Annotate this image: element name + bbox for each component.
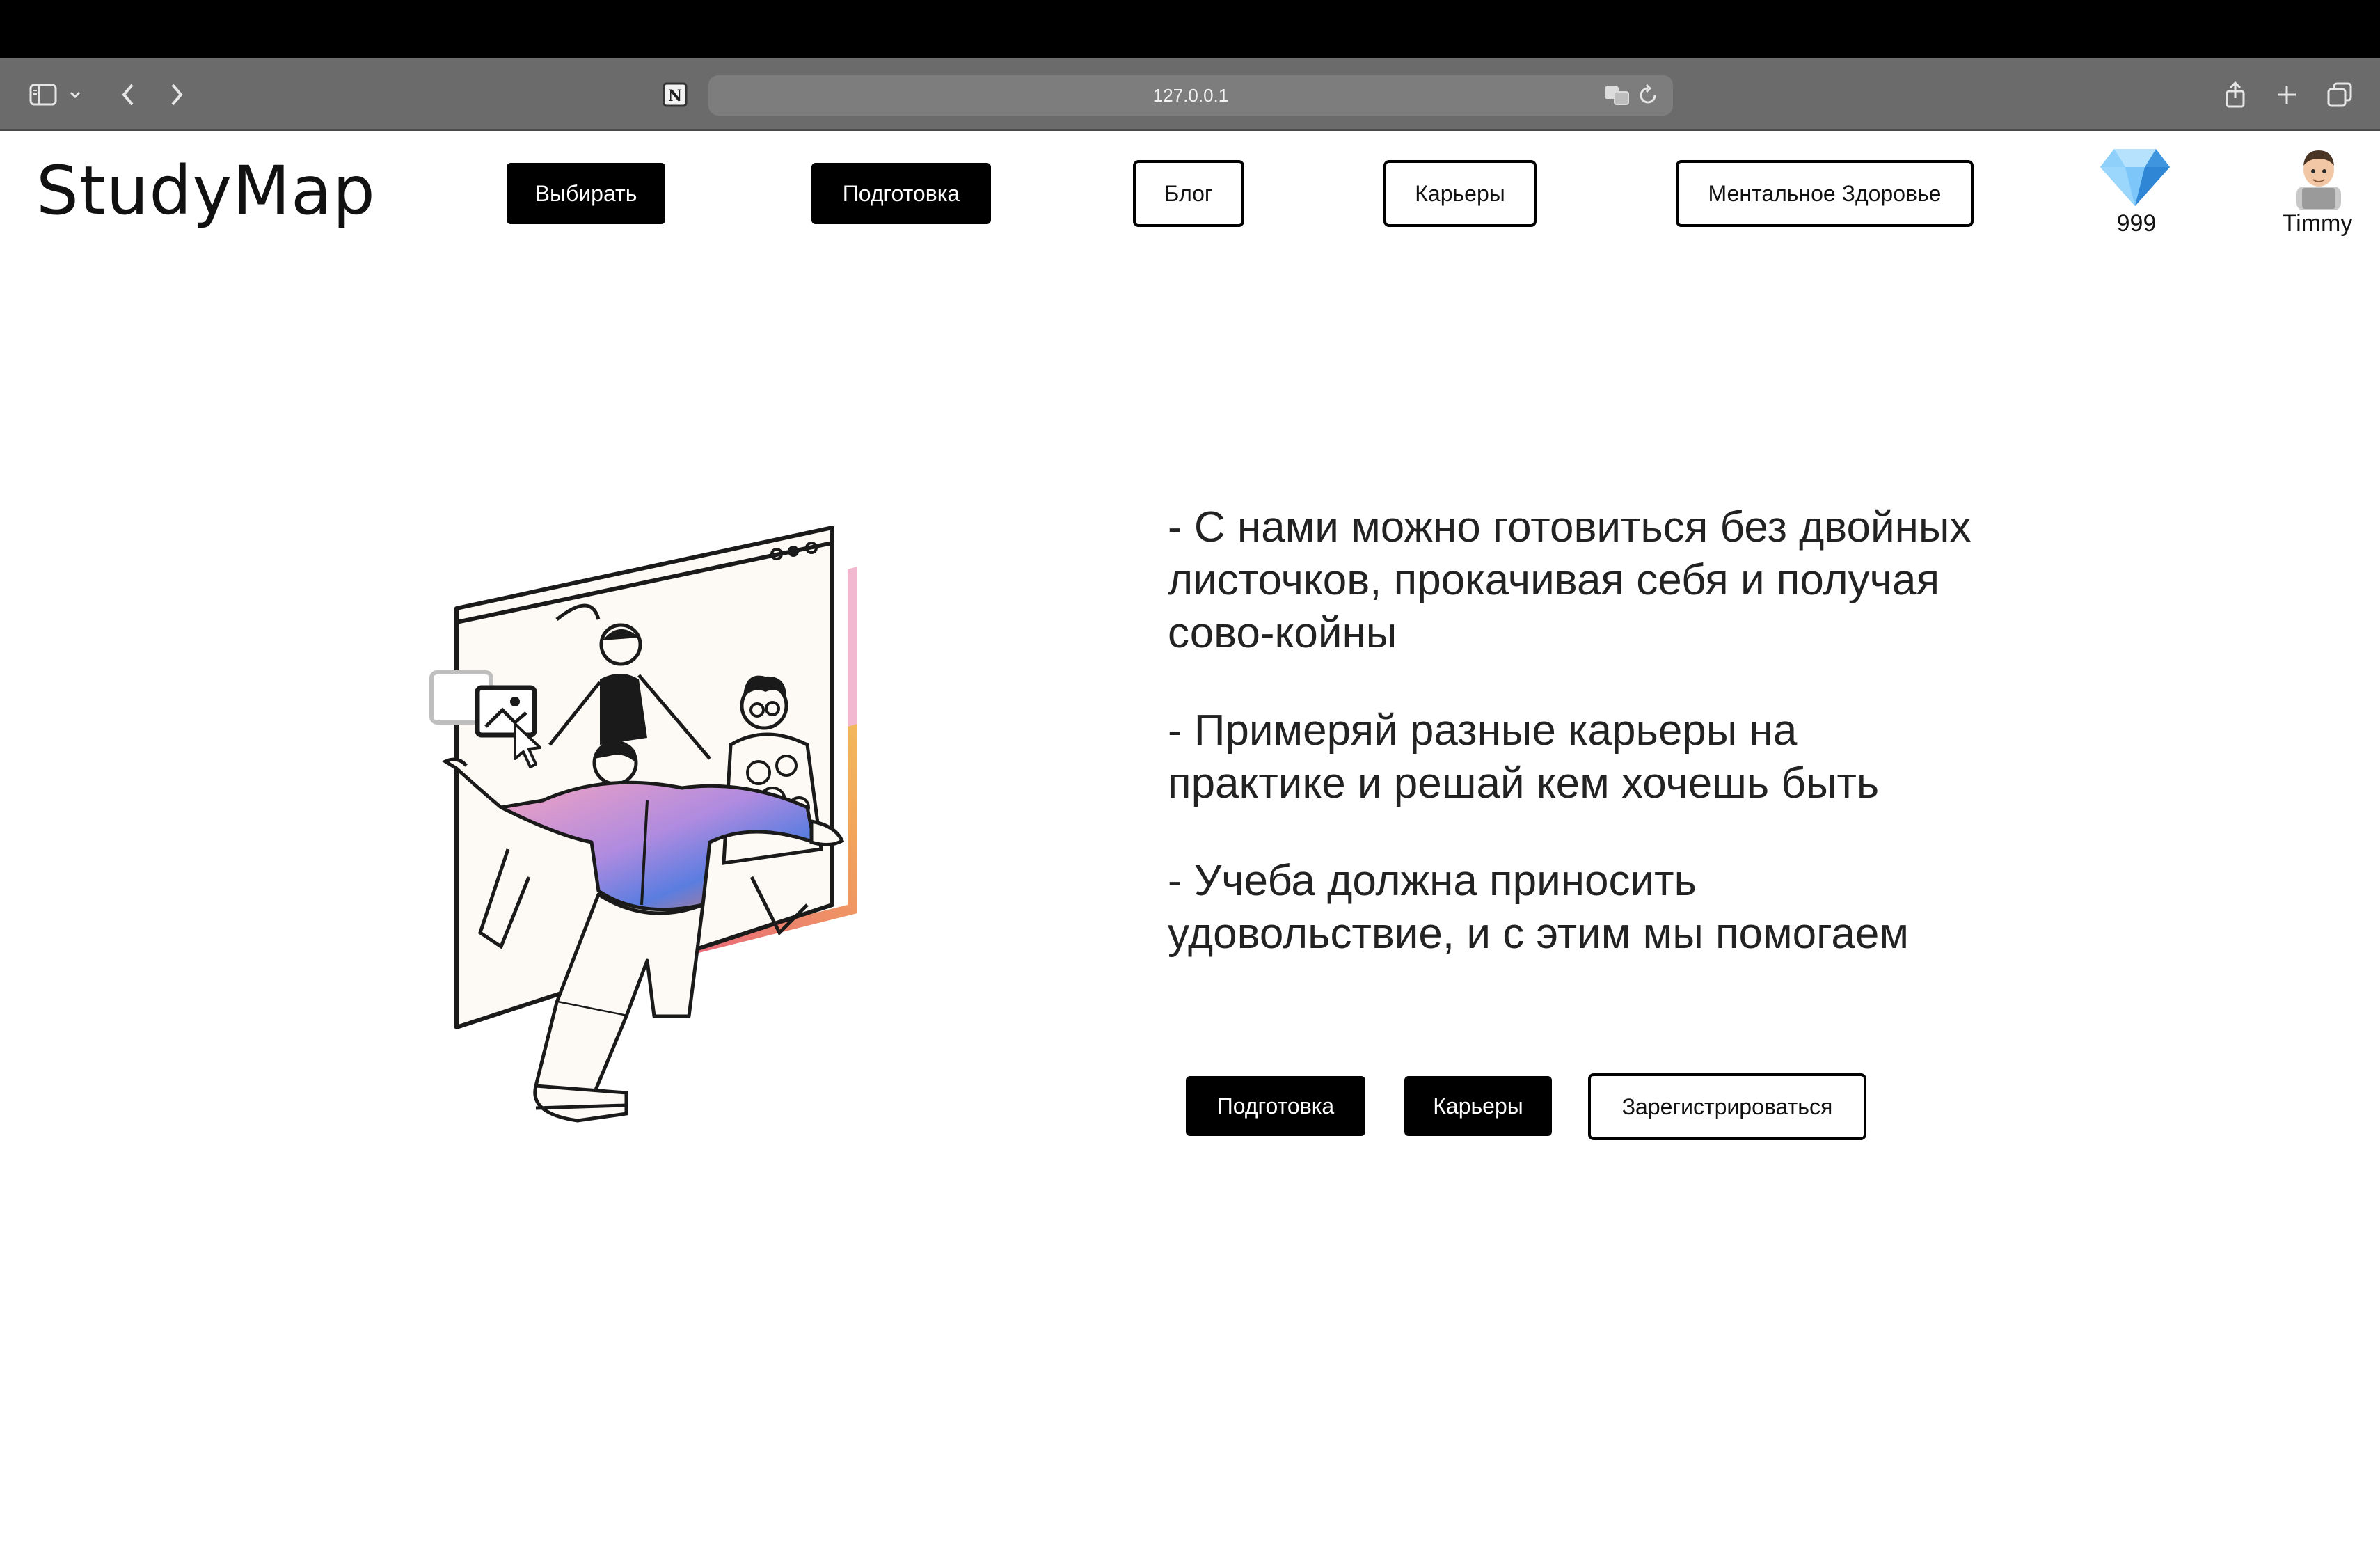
nav-blog-button[interactable]: Блог — [1133, 160, 1244, 227]
register-button[interactable]: Зарегистрироваться — [1588, 1073, 1866, 1140]
hero-point: - Учеба должна приносить удовольствие, и… — [1168, 857, 1909, 958]
reload-icon[interactable] — [1637, 84, 1659, 112]
share-icon[interactable] — [2216, 75, 2255, 114]
gem-count: 999 — [2116, 210, 2157, 237]
nav-mental-health-button[interactable]: Ментальное Здоровье — [1676, 160, 1974, 227]
address-bar[interactable]: 127.0.0.1 — [708, 75, 1673, 116]
browser-toolbar: N 127.0.0.1 — [0, 58, 2380, 131]
avatar[interactable] — [2290, 146, 2348, 210]
sidebar-toggle-icon[interactable] — [24, 75, 63, 114]
notion-extension-icon[interactable]: N — [656, 75, 695, 114]
hero-point: - Примеряй разные карьеры на практике и … — [1168, 706, 1880, 807]
hero-illustration — [418, 515, 877, 1142]
nav-choose-button[interactable]: Выбирать — [507, 163, 665, 224]
menu-bar — [0, 0, 2380, 58]
nav-careers-button[interactable]: Карьеры — [1383, 160, 1537, 227]
new-tab-icon[interactable] — [2267, 75, 2306, 114]
gem-icon[interactable] — [2099, 146, 2171, 207]
chevron-down-icon[interactable] — [61, 75, 89, 114]
hero-careers-button[interactable]: Карьеры — [1404, 1076, 1552, 1136]
hero-text: - С нами можно готовиться без двойных ли… — [1168, 501, 1975, 1005]
site-logo[interactable]: StudyMap — [36, 149, 376, 232]
hero-prep-button[interactable]: Подготовка — [1186, 1076, 1365, 1136]
translate-icon[interactable] — [1603, 84, 1630, 112]
tab-overview-icon[interactable] — [2320, 75, 2359, 114]
hero-point: - С нами можно готовиться без двойных ли… — [1168, 503, 1972, 657]
user-name[interactable]: Timmy — [2269, 210, 2366, 237]
forward-icon[interactable] — [157, 75, 196, 114]
back-icon[interactable] — [109, 75, 148, 114]
url-text: 127.0.0.1 — [1152, 84, 1229, 106]
nav-prep-button[interactable]: Подготовка — [811, 163, 991, 224]
svg-text:N: N — [668, 87, 682, 105]
